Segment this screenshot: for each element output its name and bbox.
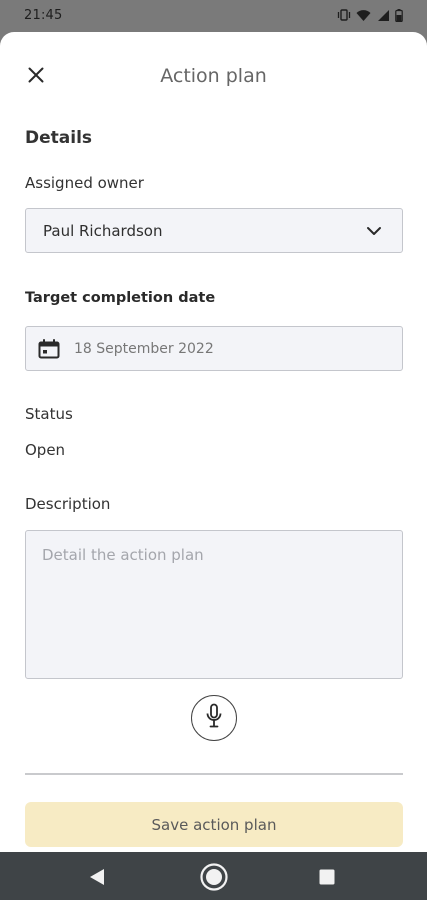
- action-plan-sheet: Action plan Details Assigned owner Paul …: [0, 32, 427, 852]
- status-label: Status: [25, 405, 73, 423]
- system-nav-bar: [0, 852, 427, 900]
- sheet-title: Action plan: [160, 65, 267, 87]
- voice-input-button[interactable]: [191, 695, 237, 741]
- save-action-plan-button[interactable]: Save action plan: [25, 802, 403, 847]
- microphone-icon[interactable]: [205, 703, 223, 733]
- assigned-owner-select[interactable]: Paul Richardson: [25, 208, 403, 253]
- wifi-icon: [356, 9, 371, 22]
- recents-icon[interactable]: [319, 869, 335, 889]
- target-date-label: Target completion date: [25, 290, 216, 306]
- assigned-owner-label: Assigned owner: [25, 174, 144, 192]
- home-icon[interactable]: [199, 862, 229, 896]
- assigned-owner-value: Paul Richardson: [43, 222, 163, 240]
- status-bar: 21:45: [0, 0, 427, 32]
- calendar-icon: [38, 339, 60, 363]
- status-icons: [337, 8, 403, 22]
- status-value: Open: [25, 441, 66, 459]
- description-label: Description: [25, 495, 111, 513]
- signal-icon: [376, 9, 390, 22]
- chevron-down-icon: [366, 223, 382, 243]
- target-date-value: 18 September 2022: [74, 341, 214, 357]
- back-icon[interactable]: [89, 868, 105, 890]
- vibrate-icon: [337, 8, 351, 22]
- target-date-field[interactable]: 18 September 2022: [25, 326, 403, 371]
- status-time: 21:45: [24, 8, 63, 23]
- description-input[interactable]: [25, 530, 403, 679]
- divider: [25, 773, 403, 775]
- battery-icon: [395, 8, 403, 22]
- details-heading: Details: [25, 128, 93, 148]
